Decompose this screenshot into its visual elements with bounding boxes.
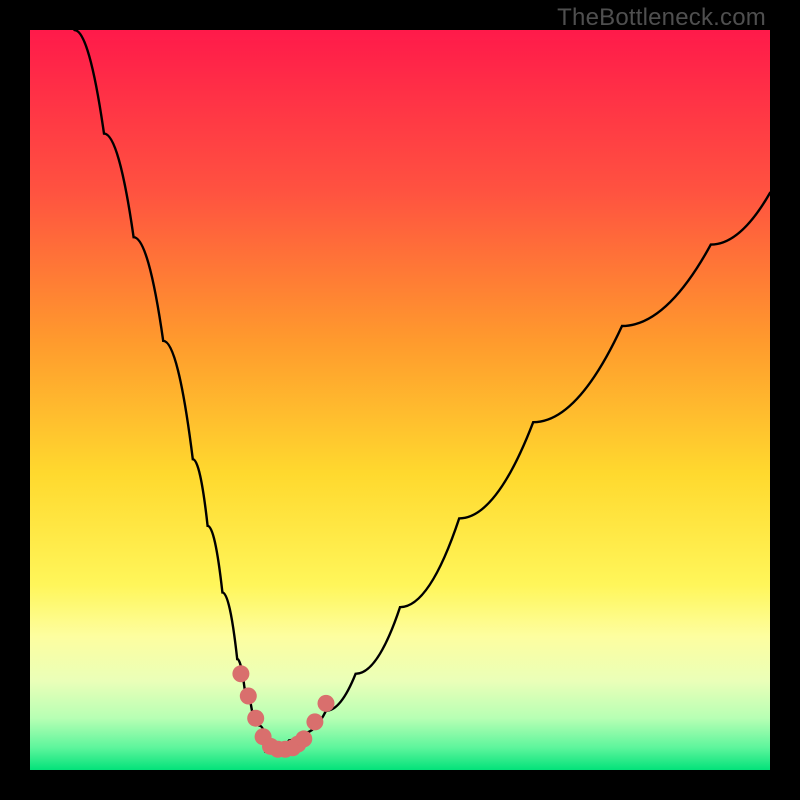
bottleneck-curve bbox=[74, 30, 770, 753]
marker-dot bbox=[240, 688, 257, 705]
marker-dot bbox=[295, 730, 312, 747]
chart-svg bbox=[30, 30, 770, 770]
highlight-markers bbox=[232, 665, 334, 757]
v-curve bbox=[74, 30, 770, 753]
outer-frame: TheBottleneck.com bbox=[0, 0, 800, 800]
watermark-text: TheBottleneck.com bbox=[557, 4, 766, 32]
marker-dot bbox=[232, 665, 249, 682]
marker-dot bbox=[318, 695, 335, 712]
marker-dot bbox=[247, 710, 264, 727]
marker-dot bbox=[306, 713, 323, 730]
plot-area bbox=[30, 30, 770, 770]
